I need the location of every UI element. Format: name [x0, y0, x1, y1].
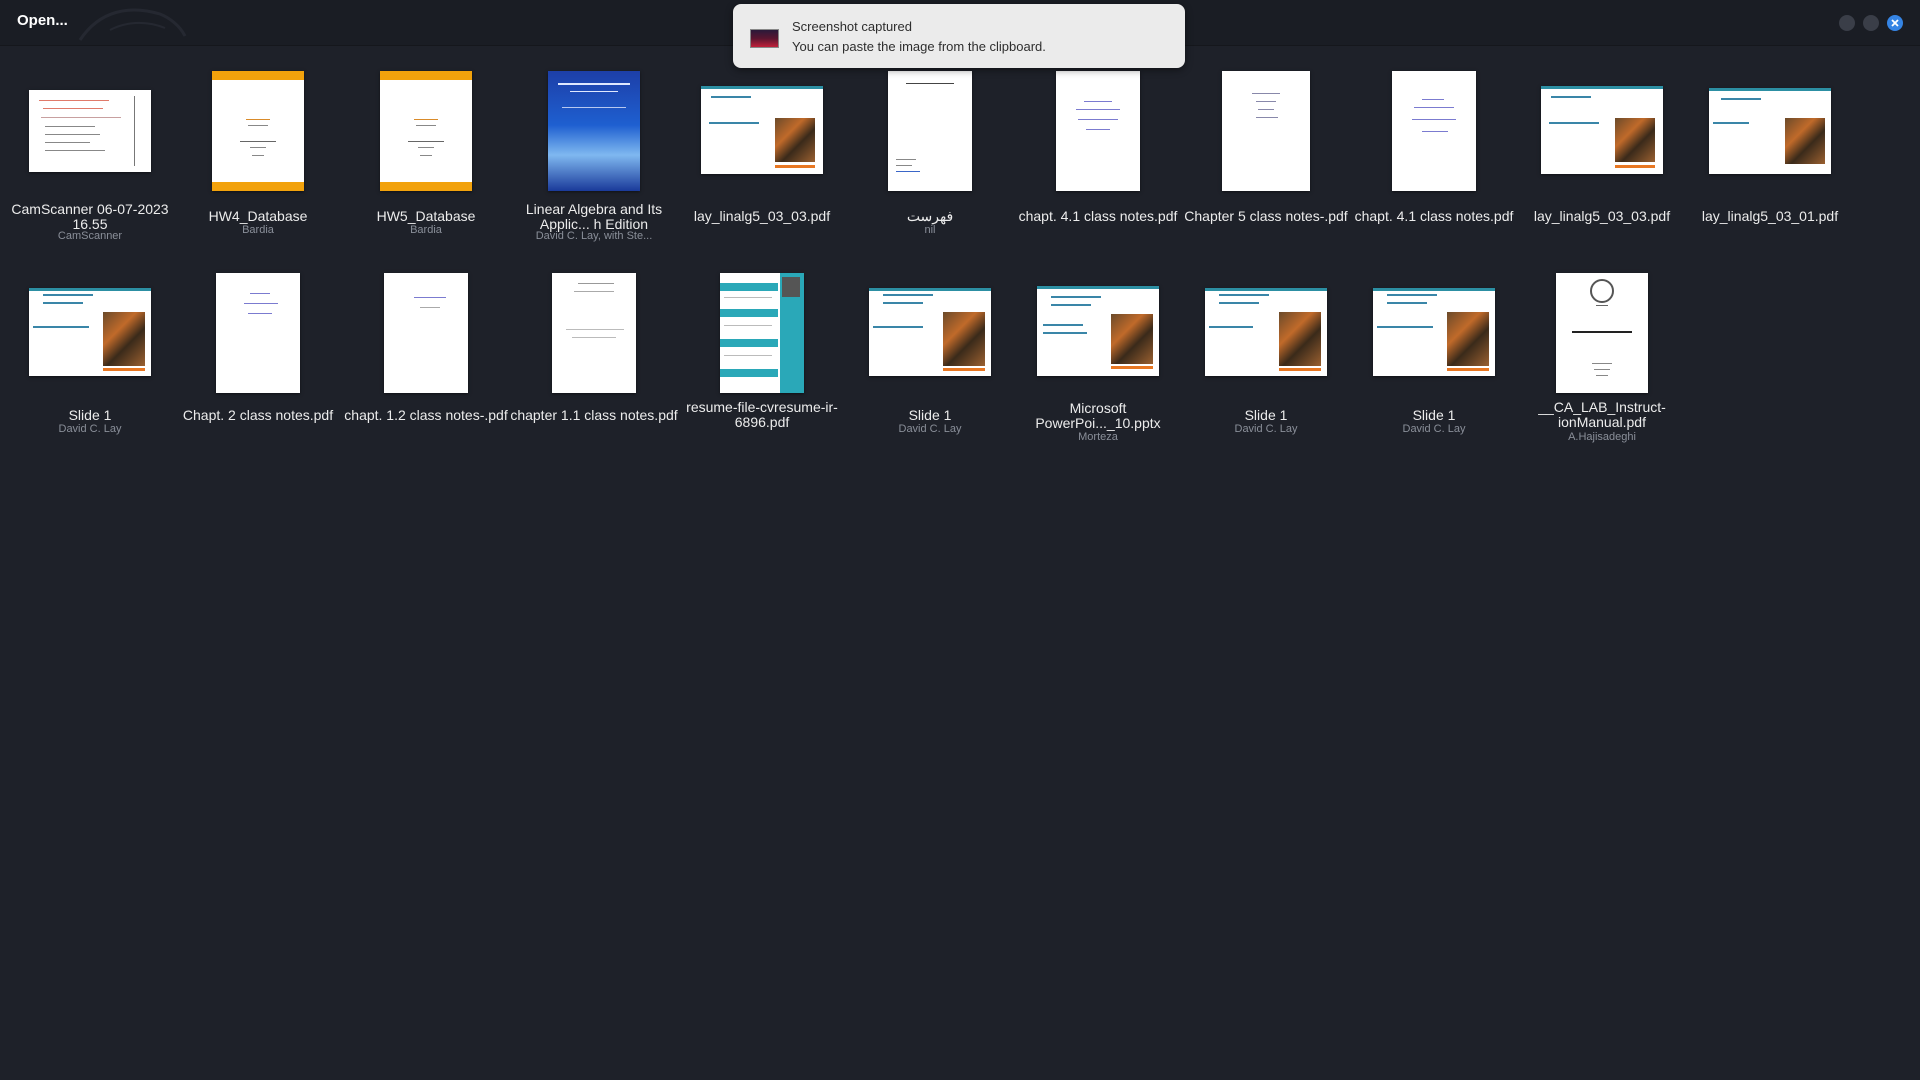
file-item[interactable]: Slide 1 David C. Lay — [6, 270, 174, 460]
file-author: David C. Lay — [58, 423, 122, 435]
file-author: David C. Lay — [898, 423, 962, 435]
file-author: Morteza — [1078, 431, 1118, 443]
notes-icon — [384, 273, 468, 393]
file-item[interactable]: chapt. 4.1 class notes.pdf — [1350, 68, 1518, 258]
file-name: chapter 1.1 class notes.pdf — [510, 407, 678, 423]
file-item[interactable]: CamScanner 06-07-2023 16.55 CamScanner — [6, 68, 174, 258]
file-item[interactable]: HW4_Database Bardia — [174, 68, 342, 258]
file-name: Slide 1 — [1412, 407, 1456, 423]
document-icon — [212, 71, 304, 191]
file-item[interactable]: chapter 1.1 class notes.pdf — [510, 270, 678, 460]
file-author: David C. Lay — [1234, 423, 1298, 435]
file-name: Linear Algebra and Its Applic... h Editi… — [525, 201, 663, 232]
file-name: lay_linalg5_03_03.pdf — [1533, 208, 1671, 224]
file-author: Bardia — [410, 224, 442, 236]
file-item[interactable]: __CA_LAB_Instruct-ionManual.pdf A.Hajisa… — [1518, 270, 1686, 460]
file-author: CamScanner — [57, 230, 123, 242]
file-name: فهرست — [906, 208, 954, 224]
file-name: Microsoft PowerPoi..._10.pptx — [1035, 400, 1161, 431]
screenshot-notification[interactable]: Screenshot captured You can paste the im… — [733, 4, 1185, 68]
manual-icon — [1556, 273, 1648, 393]
notes-icon — [1392, 71, 1476, 191]
file-item[interactable]: lay_linalg5_03_03.pdf — [678, 68, 846, 258]
document-icon — [888, 71, 972, 191]
slide-icon — [1709, 88, 1831, 174]
slide-icon — [1373, 288, 1495, 376]
file-item[interactable]: Slide 1 David C. Lay — [1350, 270, 1518, 460]
file-item[interactable]: chapt. 1.2 class notes-.pdf — [342, 270, 510, 460]
file-name: resume-file-cvresume-ir-6896.pdf — [686, 399, 838, 430]
file-author: David C. Lay — [1402, 423, 1466, 435]
notification-title: Screenshot captured — [792, 19, 912, 34]
file-item[interactable]: lay_linalg5_03_03.pdf — [1518, 68, 1686, 258]
file-name: Slide 1 — [68, 407, 112, 423]
file-name: Slide 1 — [1244, 407, 1288, 423]
resume-icon — [720, 273, 804, 393]
file-author: David C. Lay, with Ste... — [535, 230, 653, 242]
file-name: Slide 1 — [908, 407, 952, 423]
notes-icon — [1056, 71, 1140, 191]
file-name: Chapter 5 class notes-.pdf — [1184, 208, 1348, 224]
notes-icon — [216, 273, 300, 393]
file-item[interactable]: chapt. 4.1 class notes.pdf — [1014, 68, 1182, 258]
slide-icon — [1037, 286, 1159, 376]
file-author: Bardia — [242, 224, 274, 236]
book-icon — [548, 71, 640, 191]
notes-icon — [552, 273, 636, 393]
slide-icon — [1541, 86, 1663, 174]
notification-body: You can paste the image from the clipboa… — [792, 39, 1046, 54]
scan-icon — [29, 90, 151, 172]
file-name: Chapt. 2 class notes.pdf — [182, 407, 334, 423]
file-name: lay_linalg5_03_03.pdf — [693, 208, 831, 224]
notes-icon — [1222, 71, 1310, 191]
file-item[interactable]: Linear Algebra and Its Applic... h Editi… — [510, 68, 678, 258]
file-item[interactable]: Chapter 5 class notes-.pdf — [1182, 68, 1350, 258]
slide-icon — [1205, 288, 1327, 376]
document-icon — [380, 71, 472, 191]
file-name: HW4_Database — [208, 208, 308, 224]
file-name: chapt. 1.2 class notes-.pdf — [344, 407, 508, 423]
file-name: chapt. 4.1 class notes.pdf — [1354, 208, 1514, 224]
file-item[interactable]: resume-file-cvresume-ir-6896.pdf — [678, 270, 846, 460]
file-name: lay_linalg5_03_01.pdf — [1701, 208, 1839, 224]
file-item[interactable]: فهرست nil — [846, 68, 1014, 258]
file-grid: CamScanner 06-07-2023 16.55 CamScanner H… — [0, 0, 1920, 1080]
file-item[interactable]: Microsoft PowerPoi..._10.pptx Morteza — [1014, 270, 1182, 460]
file-item[interactable]: Slide 1 David C. Lay — [846, 270, 1014, 460]
file-item[interactable]: lay_linalg5_03_01.pdf — [1686, 68, 1854, 258]
file-name: chapt. 4.1 class notes.pdf — [1018, 208, 1178, 224]
file-name: HW5_Database — [376, 208, 476, 224]
file-name: __CA_LAB_Instruct-ionManual.pdf — [1538, 399, 1666, 430]
slide-icon — [869, 288, 991, 376]
file-author: A.Hajisadeghi — [1568, 431, 1636, 443]
slide-icon — [701, 86, 823, 174]
file-item[interactable]: Slide 1 David C. Lay — [1182, 270, 1350, 460]
slide-icon — [29, 288, 151, 376]
file-item[interactable]: HW5_Database Bardia — [342, 68, 510, 258]
file-name: CamScanner 06-07-2023 16.55 — [11, 201, 169, 232]
file-item[interactable]: Chapt. 2 class notes.pdf — [174, 270, 342, 460]
file-author: nil — [924, 224, 936, 236]
screenshot-preview-icon — [750, 29, 779, 48]
